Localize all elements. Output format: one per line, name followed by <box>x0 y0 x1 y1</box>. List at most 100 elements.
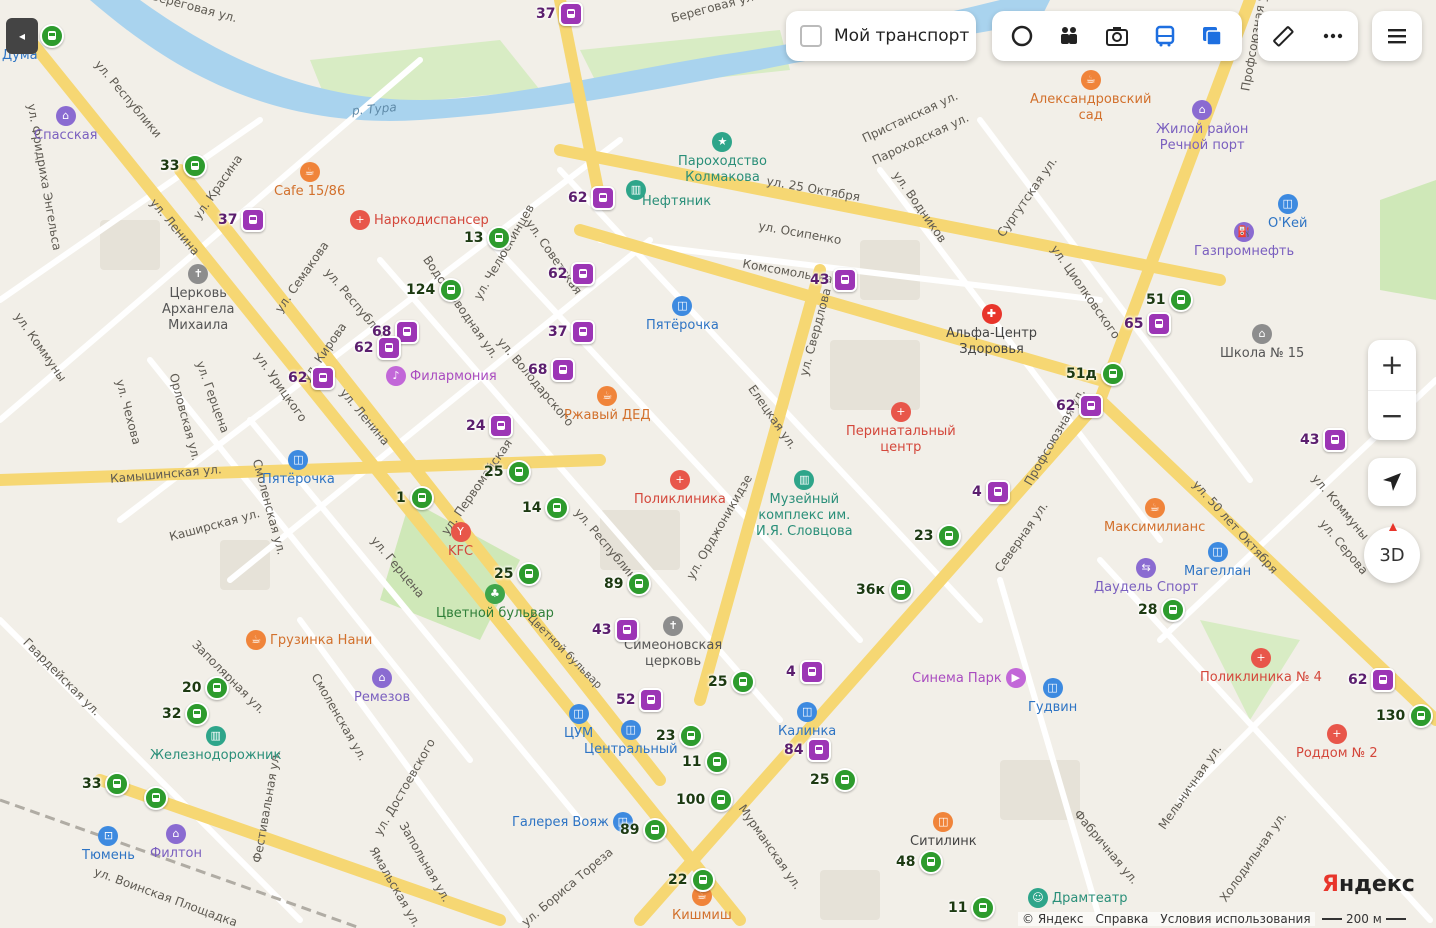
poi-gruzinka-nani[interactable]: ☕ Грузинка Нани <box>246 630 372 650</box>
transit-stop[interactable]: 23 <box>656 724 704 748</box>
transit-stop[interactable]: 11 <box>682 750 730 774</box>
transit-stop[interactable]: 130 <box>1376 704 1434 728</box>
transit-stop[interactable]: 43 <box>810 268 858 292</box>
poi-zheleznodorozhnik[interactable]: ▥ Железнодорожник <box>150 726 281 764</box>
transit-stop[interactable]: 51 <box>1146 288 1194 312</box>
my-transport-toggle[interactable]: Мой транспорт <box>786 11 976 61</box>
transit-stop[interactable]: 14 <box>522 496 570 520</box>
transit-stop[interactable]: 24 <box>466 414 514 438</box>
transit-stop[interactable]: 33 <box>160 154 208 178</box>
transit-stop[interactable]: 36к <box>856 578 913 602</box>
transit-stop[interactable]: 37 <box>218 208 266 232</box>
poi-alfa-center[interactable]: ✚ Альфа-Центр Здоровья <box>946 304 1037 358</box>
map-layers-icon[interactable] <box>1195 19 1229 53</box>
poi-galereya-voyazh[interactable]: ◫ Галерея Вояж <box>512 812 633 832</box>
help-link[interactable]: Справка <box>1096 912 1149 926</box>
transit-stop[interactable]: 65 <box>1124 312 1172 336</box>
terms-link[interactable]: Условия использования <box>1160 912 1310 926</box>
transit-stop[interactable]: 33 <box>82 772 130 796</box>
transit-stop[interactable]: 1 <box>396 486 434 510</box>
poi-tsvetnoy-bulvar[interactable]: ♣ Цветной бульвар <box>436 584 554 622</box>
transit-stop[interactable]: 4 <box>972 480 1010 504</box>
poi-aleksandrovsky-sad[interactable]: ☕ Александровский сад <box>1030 70 1151 124</box>
transit-stop[interactable]: 48 <box>896 850 944 874</box>
transit-stop[interactable] <box>144 786 168 810</box>
locate-me-button[interactable] <box>1368 458 1416 506</box>
collapse-sidebar-button[interactable]: ◂ <box>6 18 38 54</box>
panorama-icon[interactable] <box>1052 19 1086 53</box>
transit-stop[interactable]: 68 <box>528 358 576 382</box>
poi-sitilink[interactable]: ◫ Ситилинк <box>910 812 977 850</box>
poi-rzhavy-ded[interactable]: ☕ Ржавый ДЕД <box>564 386 651 424</box>
poi-gudvin[interactable]: ◫ Гудвин <box>1028 678 1077 716</box>
transit-stop[interactable]: 100 <box>676 788 734 812</box>
poi-church-mikhail[interactable]: ✝ Церковь Архангела Михаила <box>162 264 234 334</box>
transit-stop[interactable]: 22 <box>668 868 716 892</box>
menu-button[interactable] <box>1372 11 1422 61</box>
ruler-icon[interactable] <box>1266 19 1300 53</box>
transit-stop[interactable]: 89 <box>620 818 668 842</box>
poi-kfc[interactable]: Y KFC <box>448 522 473 560</box>
transit-stop[interactable]: 20 <box>182 676 230 700</box>
transit-stop[interactable]: 37 <box>536 2 584 26</box>
transit-stop[interactable]: 62 <box>1056 394 1104 418</box>
transit-stop[interactable]: 124 <box>406 278 464 302</box>
poi-pyaterochka-2[interactable]: ◫ Пятёрочка <box>262 450 335 488</box>
transit-stop[interactable]: 62 <box>568 186 616 210</box>
photo-icon[interactable] <box>1100 19 1134 53</box>
poi-spasskaya[interactable]: ⌂ Спасская <box>34 106 97 144</box>
transit-stop[interactable]: 43 <box>1300 428 1348 452</box>
poi-poliklinika-4[interactable]: + Поликлиника № 4 <box>1200 648 1322 686</box>
poi-roddom-2[interactable]: + Роддом № 2 <box>1296 724 1378 762</box>
poi-dramteatr[interactable]: ☺ Драмтеатр <box>1028 888 1128 908</box>
3d-compass-button[interactable]: 3D <box>1364 523 1420 583</box>
transit-stop[interactable]: 4 <box>786 660 824 684</box>
transit-stop[interactable]: 25 <box>810 768 858 792</box>
transit-stop[interactable]: 62 <box>288 366 336 390</box>
poi-label: Александровский сад <box>1030 92 1152 123</box>
zoom-in-button[interactable]: + <box>1368 340 1416 390</box>
transit-stop[interactable]: 11 <box>948 896 996 920</box>
transport-layer-icon[interactable] <box>1148 19 1182 53</box>
transit-stop[interactable]: 43 <box>592 618 640 642</box>
poi-sinema-park[interactable]: ▶ Синема Парк <box>912 668 1026 688</box>
transit-stop[interactable]: 51д <box>1066 362 1125 386</box>
poi-pyaterochka-1[interactable]: ◫ Пятёрочка <box>646 296 719 334</box>
poi-filarmoniya[interactable]: ♪ Филармония <box>386 366 497 386</box>
transit-stop[interactable]: 28 <box>1138 598 1186 622</box>
transit-stop[interactable]: 25 <box>494 562 542 586</box>
poi-poliklinika[interactable]: + Поликлиника <box>634 470 726 508</box>
poi-rechnoy-port[interactable]: ⌂ Жилой район Речной порт <box>1156 100 1248 154</box>
poi-tyumen-station[interactable]: ⊡ Тюмень <box>82 826 135 864</box>
poi-kalinka[interactable]: ◫ Калинка <box>778 702 836 740</box>
poi-gazpromneft[interactable]: ⛽ Газпромнефть <box>1194 222 1294 260</box>
my-transport-checkbox[interactable] <box>800 25 822 47</box>
transit-stop[interactable]: 62 <box>354 336 402 360</box>
poi-remezov[interactable]: ⌂ Ремезов <box>354 668 410 706</box>
transit-stop[interactable]: 32 <box>162 702 210 726</box>
transit-stop[interactable]: 25 <box>708 670 756 694</box>
transit-stop[interactable]: 23 <box>914 524 962 548</box>
transit-stop[interactable]: 84 <box>784 738 832 762</box>
transit-stop[interactable]: 13 <box>464 226 512 250</box>
more-icon[interactable] <box>1316 19 1350 53</box>
transit-stop[interactable]: 89 <box>604 572 652 596</box>
poi-museum-slovtsov[interactable]: ▥ Музейный комплекс им. И.Я. Словцова <box>756 470 853 540</box>
zoom-out-button[interactable]: − <box>1368 389 1416 441</box>
poi-daudel-sport[interactable]: ⇆ Даудель Спорт <box>1094 558 1198 596</box>
poi-school-15[interactable]: ⌂ Школа № 15 <box>1220 324 1304 362</box>
transit-stop[interactable]: 62 <box>548 262 596 286</box>
traffic-layer-icon[interactable] <box>1005 19 1039 53</box>
poi-cafe-15-86[interactable]: ☕ Cafe 15/86 <box>274 162 345 200</box>
transit-stop[interactable]: 62 <box>1348 668 1396 692</box>
map-canvas[interactable]: ул. Республики ул. Ленина ул. Красина ул… <box>0 0 1436 928</box>
bus-icon <box>144 786 168 810</box>
poi-perinatal[interactable]: + Перинатальный центр <box>846 402 956 456</box>
poi-maksimilians[interactable]: ☕ Максимилианс <box>1104 498 1205 536</box>
poi-filton[interactable]: ⌂ Филтон <box>150 824 202 862</box>
poi-neftyanik[interactable]: ▥ Нефтяник <box>626 170 711 210</box>
transit-stop[interactable]: 25 <box>484 460 532 484</box>
transit-stop[interactable]: 52 <box>616 688 664 712</box>
transit-stop[interactable]: 37 <box>548 320 596 344</box>
transit-stop[interactable] <box>40 24 64 48</box>
